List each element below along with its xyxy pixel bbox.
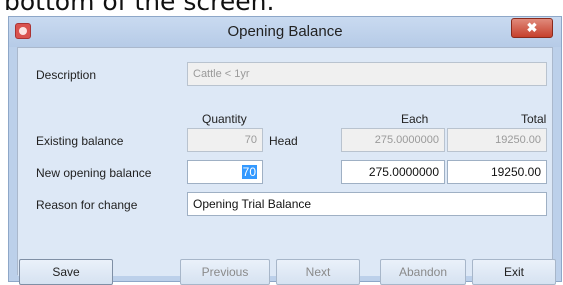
each-column-header: Each (401, 112, 429, 126)
new-opening-balance-label: New opening balance (36, 166, 152, 180)
description-label: Description (36, 68, 97, 82)
next-button[interactable]: Next (276, 259, 360, 285)
abandon-button[interactable]: Abandon (380, 259, 466, 285)
form-panel: Description Cattle < 1yr Quantity Each T… (18, 48, 552, 276)
existing-unit-label: Head (269, 134, 298, 148)
exit-button[interactable]: Exit (472, 259, 556, 285)
reason-for-change-label: Reason for change (36, 198, 138, 212)
selected-quantity-text: 70 (241, 165, 257, 179)
total-column-header: Total (521, 112, 547, 126)
window-title: Opening Balance (227, 23, 343, 40)
quantity-column-header: Quantity (202, 112, 247, 126)
new-total-input[interactable]: 19250.00 (447, 160, 547, 184)
existing-quantity-field[interactable]: 70 (187, 128, 263, 152)
title-bar[interactable]: Opening Balance ✖ (9, 17, 561, 47)
new-each-input[interactable]: 275.0000000 (341, 160, 445, 184)
save-button[interactable]: Save (19, 259, 113, 285)
close-button[interactable]: ✖ (511, 18, 553, 38)
previous-button[interactable]: Previous (180, 259, 270, 285)
reason-for-change-input[interactable]: Opening Trial Balance (187, 192, 547, 216)
description-field[interactable]: Cattle < 1yr (187, 62, 547, 86)
existing-balance-label: Existing balance (36, 134, 124, 148)
existing-total-field[interactable]: 19250.00 (447, 128, 547, 152)
opening-balance-window: Opening Balance ✖ Description Cattle < 1… (8, 16, 562, 285)
close-icon: ✖ (526, 20, 538, 35)
new-quantity-input[interactable]: 70 (187, 160, 263, 184)
existing-each-field[interactable]: 275.0000000 (341, 128, 445, 152)
dialog-client-area: Description Cattle < 1yr Quantity Each T… (17, 47, 553, 276)
